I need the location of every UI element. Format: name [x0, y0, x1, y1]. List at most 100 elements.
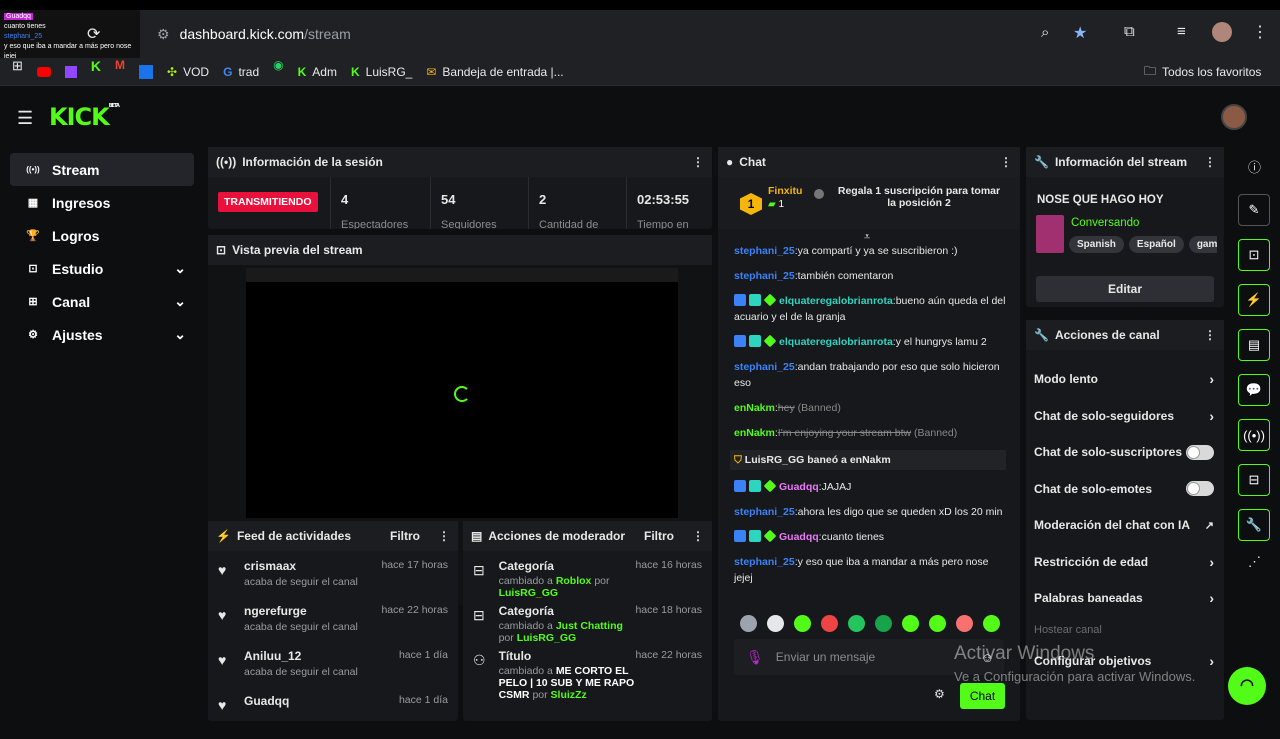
mod-actions-menu-icon[interactable]: ⋮ — [692, 529, 704, 543]
mod-action-item[interactable]: ⚇ Título cambiado a ME CORTO EL PELO | 10 … — [463, 649, 712, 701]
bookmark-adm[interactable]: K Adm — [298, 58, 337, 86]
activity-item[interactable]: ♥ Guadqq hace 1 día — [208, 694, 458, 739]
emote-icon[interactable] — [740, 615, 757, 632]
hamburger-menu-icon[interactable]: ☰ — [17, 108, 33, 129]
configure-goals[interactable]: Configurar objetivos › — [1026, 643, 1224, 680]
broadcast-icon[interactable]: ((•)) — [1238, 419, 1270, 451]
bookmark-vod[interactable]: ✣ VOD — [167, 58, 209, 86]
chat-message[interactable]: elquateregalobrianrota:bueno aún queda e… — [734, 293, 1006, 325]
bolt-icon[interactable]: ⚡ — [1238, 284, 1270, 316]
chat-message[interactable]: Guadqq:cuanto tienes — [734, 529, 1006, 545]
apps-icon[interactable]: ⊞ — [12, 58, 23, 86]
stream-tag[interactable]: Spanish — [1069, 236, 1124, 253]
stream-info-menu-icon[interactable]: ⋮ — [1204, 155, 1216, 169]
edit-button[interactable]: Editar — [1036, 276, 1214, 302]
site-info-icon[interactable]: ⚙ — [157, 26, 170, 42]
activity-user[interactable]: ngerefurge — [244, 604, 358, 618]
activity-user[interactable]: Aniluu_12 — [244, 649, 358, 663]
kick-logo[interactable]: KICKBETA — [49, 103, 120, 131]
chat-message[interactable]: enNakm:I'm enjoying your stream btw (Ban… — [734, 425, 1006, 441]
activity-item[interactable]: ♥ ngerefurge acaba de seguir el canal hace … — [208, 604, 458, 649]
chat-message[interactable]: elquateregalobrianrota:y el hungrys lamu… — [734, 334, 1006, 350]
chat-username[interactable]: Guadqq — [779, 481, 819, 493]
reload-icon[interactable]: ⟳ — [87, 24, 100, 44]
stream-preview-video[interactable] — [246, 268, 678, 518]
camera-icon[interactable]: ⊡ — [1238, 239, 1270, 271]
bookmark-star-icon[interactable]: ★ — [1073, 23, 1087, 43]
chat-input[interactable]: 🎙 Enviar un mensaje ☺ — [734, 639, 1004, 675]
toggle-switch[interactable] — [1186, 444, 1214, 460]
pencil-icon[interactable]: ✎ — [1238, 194, 1270, 226]
whatsapp-icon[interactable]: ◉ — [273, 58, 283, 86]
sidebar-item-ingresos[interactable]: ▦ Ingresos — [10, 186, 194, 219]
channel-action-6[interactable]: Palabras baneadas › — [1026, 580, 1224, 617]
emoji-icon[interactable]: ☺ — [981, 650, 994, 665]
chat-icon[interactable]: 💬 — [1238, 374, 1270, 406]
activity-filter-button[interactable]: Filtro — [390, 529, 420, 543]
gift-prompt[interactable]: Regala 1 suscripción para tomar la posic… — [834, 185, 1004, 209]
notes-icon[interactable]: ▤ — [1238, 329, 1270, 361]
chat-username[interactable]: elquateregalobrianrota — [779, 295, 893, 307]
mod-actions-filter-button[interactable]: Filtro — [644, 529, 674, 543]
emote-icon[interactable] — [821, 615, 838, 632]
sidebar-item-logros[interactable]: 🏆 Logros — [10, 219, 194, 252]
activity-item[interactable]: ♥ Aniluu_12 acaba de seguir el canal hace 1… — [208, 649, 458, 694]
session-menu-icon[interactable]: ⋮ — [692, 155, 704, 169]
youtube-icon[interactable] — [36, 67, 51, 77]
chat-message[interactable]: stephani_25:ahora les digo que se queden… — [734, 504, 1006, 520]
chat-username[interactable]: stephani_25 — [734, 506, 795, 518]
chat-username[interactable]: enNakm — [734, 427, 775, 439]
stream-tag[interactable]: gam — [1188, 236, 1217, 253]
zoom-icon[interactable]: ⌕ — [1041, 24, 1049, 41]
mod-action-item[interactable]: ⊟ Categoría cambiado a Roblox por LuisRG_G… — [463, 559, 712, 604]
emote-icon[interactable] — [875, 615, 892, 632]
chat-message[interactable]: enNakm:hey (Banned) — [734, 400, 1006, 416]
microphone-icon[interactable]: 🎙 — [746, 649, 764, 666]
mod-action-user[interactable]: LuisRG_GG — [499, 587, 559, 599]
tool-icon[interactable]: 🔧 — [1238, 509, 1270, 541]
chat-username[interactable]: stephani_25 — [734, 361, 795, 373]
bookmark-luisrg[interactable]: K LuisRG_ — [351, 58, 412, 86]
chat-username[interactable]: stephani_25 — [734, 270, 795, 282]
chat-username[interactable]: elquateregalobrianrota — [779, 336, 893, 348]
chat-message[interactable]: stephani_25:andan trabajando por eso que… — [734, 359, 1006, 391]
stream-category[interactable]: Conversando — [1071, 217, 1139, 229]
emote-icon[interactable] — [848, 615, 865, 632]
gmail-icon[interactable]: M — [115, 58, 125, 86]
channel-action-3[interactable]: Chat de solo-emotes — [1026, 471, 1224, 508]
extensions-icon[interactable]: ⧉ — [1124, 23, 1135, 40]
profile-avatar[interactable] — [1212, 22, 1232, 42]
all-bookmarks[interactable]: 🗀 Todos los favoritos — [1144, 58, 1261, 86]
stream-tag[interactable]: Español — [1128, 236, 1184, 253]
sidebar-item-estudio[interactable]: ⊡ Estudio ⌄ — [10, 252, 194, 285]
layout-icon[interactable]: ⊟ — [1238, 464, 1270, 496]
chat-username[interactable]: enNakm — [734, 402, 775, 414]
channel-action-4[interactable]: Moderación del chat con IA ↗ — [1026, 507, 1224, 544]
activity-user[interactable]: crismaax — [244, 559, 358, 573]
chat-message[interactable]: Guadqq:JAJAJ — [734, 479, 1006, 495]
sidebar-item-ajustes[interactable]: ⚙ Ajustes ⌄ — [10, 318, 194, 351]
chat-username[interactable]: stephani_25 — [734, 245, 795, 257]
url-field[interactable]: ⚙ dashboard.kick.com/stream — [145, 18, 1105, 50]
mod-action-user[interactable]: LuisRG_GG — [517, 632, 577, 644]
activity-item[interactable]: ♥ crismaax acaba de seguir el canal hace 17… — [208, 559, 458, 604]
channel-action-0[interactable]: Modo lento › — [1026, 361, 1224, 398]
sidebar-item-stream[interactable]: ((•)) Stream — [10, 153, 194, 186]
media-icon[interactable]: ≡ — [1177, 23, 1186, 40]
chat-message[interactable]: stephani_25:y eso que iba a mandar a más… — [734, 554, 1006, 586]
activity-user[interactable]: Guadqq — [244, 694, 289, 708]
user-avatar[interactable] — [1221, 104, 1247, 130]
mod-action-user[interactable]: SluizZz — [551, 689, 587, 701]
square-bookmark-icon[interactable] — [139, 65, 154, 79]
channel-action-1[interactable]: Chat de solo-seguidores › — [1026, 398, 1224, 435]
twitch-icon[interactable] — [64, 66, 77, 78]
bookmark-inbox[interactable]: ✉ Bandeja de entrada |... — [426, 58, 563, 86]
help-headset-icon[interactable]: ◠ — [1228, 667, 1266, 705]
emote-icon[interactable] — [902, 615, 919, 632]
chat-message[interactable]: stephani_25:ya compartí y ya se suscribi… — [734, 243, 1006, 259]
chat-settings-icon[interactable]: ⚙ — [934, 687, 945, 701]
share-icon[interactable]: ⋰ — [1248, 554, 1270, 570]
channel-actions-menu-icon[interactable]: ⋮ — [1204, 328, 1216, 342]
browser-menu-icon[interactable]: ⋮ — [1252, 22, 1268, 42]
info-icon[interactable]: ⓘ — [1248, 157, 1270, 176]
